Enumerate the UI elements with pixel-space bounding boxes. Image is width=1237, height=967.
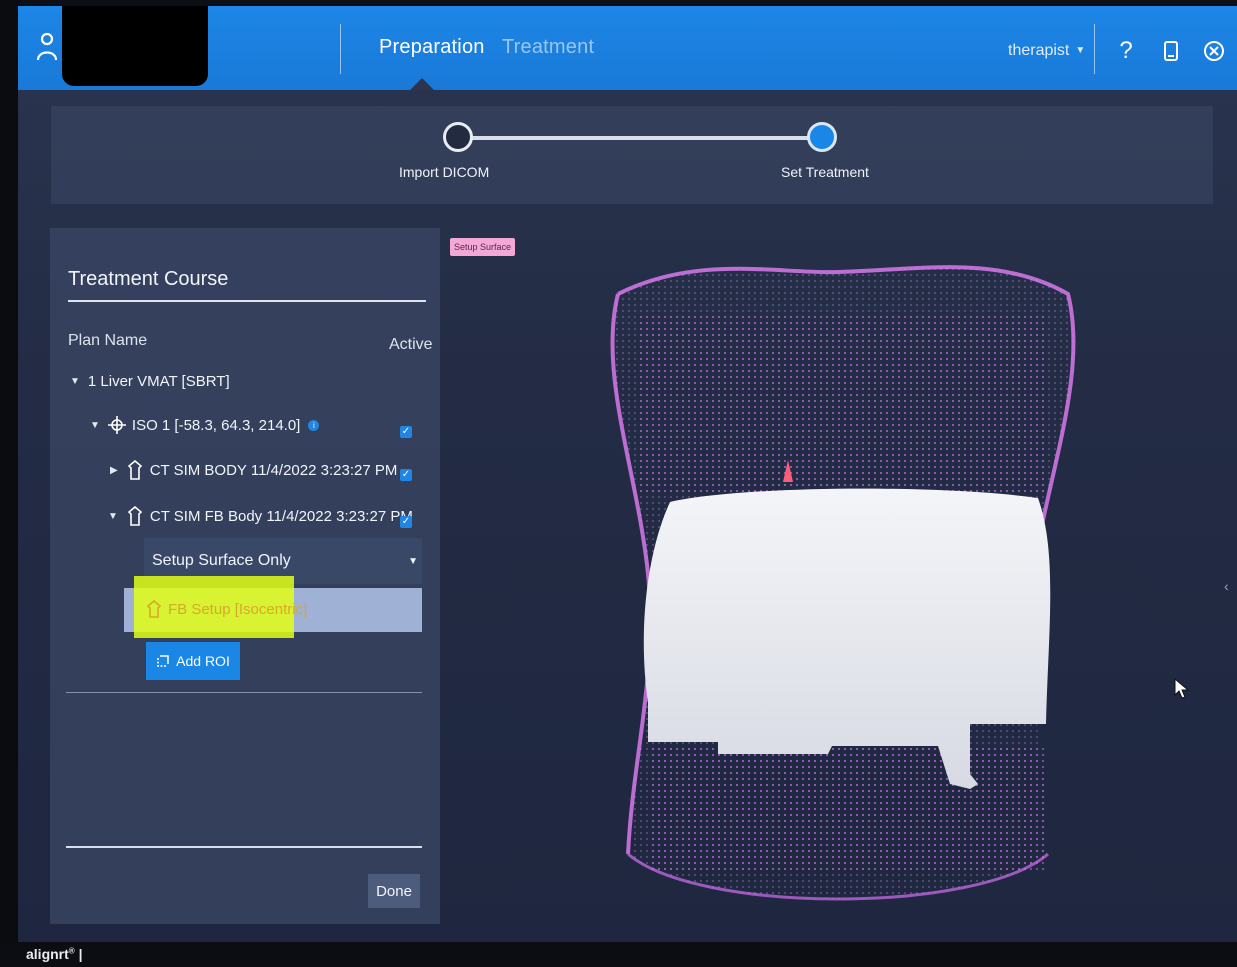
body-icon [127, 506, 143, 526]
app-window: Preparation Treatment therapist ▼ ? Impor… [18, 6, 1237, 942]
expand-down-icon[interactable]: ▼ [108, 511, 118, 522]
column-plan-name: Plan Name [68, 332, 148, 349]
ct-sim-fb-label: CT SIM FB Body 11/4/2022 3:23:27 PM [149, 507, 413, 525]
chevron-left-icon[interactable]: ‹ [1224, 578, 1229, 594]
info-icon[interactable]: i [308, 419, 320, 431]
iso-label: ISO 1 [-58.3, 64.3, 214.0] [131, 416, 301, 434]
user-name: therapist [1008, 42, 1070, 59]
roi-fb-setup-label: FB Setup [Isocentric] [168, 600, 308, 618]
bottom-bar [0, 942, 1237, 967]
setup-surface-legend: Setup Surface [450, 238, 516, 256]
active-tab-indicator [410, 78, 434, 90]
tab-preparation[interactable]: Preparation [379, 36, 485, 59]
surface-mode-value: Setup Surface Only [152, 552, 291, 569]
top-bar: Preparation Treatment therapist ▼ ? [18, 6, 1237, 90]
expand-down-icon[interactable]: ▼ [70, 376, 80, 387]
expand-down-icon[interactable]: ▼ [90, 420, 100, 431]
expand-right-icon[interactable]: ▶ [110, 465, 118, 476]
plan-row[interactable]: ▼ 1 Liver VMAT [SBRT] [70, 373, 230, 390]
chevron-down-icon: ▼ [408, 556, 418, 567]
panel-divider [66, 846, 422, 848]
treatment-course-panel: Treatment Course Plan Name Active ▼ 1 Li… [50, 228, 440, 924]
surface-3d-view[interactable] [578, 254, 1098, 924]
ct-sim-fb-active-checkbox[interactable]: ✓ [400, 516, 412, 528]
user-menu[interactable]: therapist ▼ [1008, 42, 1085, 60]
ct-sim-body-row[interactable]: ▶ CT SIM BODY 11/4/2022 3:23:27 PM [110, 460, 397, 480]
shell-band [648, 744, 1048, 874]
step-import-dicom-label[interactable]: Import DICOM [399, 164, 489, 180]
tablet-icon[interactable] [1158, 38, 1184, 64]
brand-logo: alignrt® | [26, 946, 83, 962]
isocenter-icon [107, 416, 126, 434]
ct-sim-body-active-checkbox[interactable]: ✓ [400, 469, 412, 481]
stepper-line [461, 136, 816, 140]
panel-divider [66, 692, 422, 693]
tab-treatment[interactable]: Treatment [502, 36, 594, 59]
redacted-region [62, 6, 208, 86]
add-roi-label: Add ROI [176, 653, 230, 669]
title-underline [68, 300, 426, 302]
roi-icon [157, 655, 169, 667]
body-icon [127, 460, 142, 480]
body-icon [146, 600, 162, 618]
roi-fb-setup[interactable]: FB Setup [Isocentric] [146, 600, 307, 618]
workflow-stepper: Import DICOM Set Treatment [51, 106, 1213, 204]
monitor-bezel [0, 0, 20, 967]
step-set-treatment-dot[interactable] [807, 122, 837, 152]
step-import-dicom-dot[interactable] [443, 122, 473, 152]
header-divider [1094, 24, 1095, 74]
iso-row[interactable]: ▼ ISO 1 [-58.3, 64.3, 214.0] i [90, 416, 320, 434]
panel-title: Treatment Course [68, 268, 229, 290]
column-active: Active [389, 336, 433, 353]
plan-name: 1 Liver VMAT [SBRT] [87, 373, 230, 390]
shell-band [638, 314, 1048, 494]
brand-name: alignrt [26, 946, 69, 962]
ct-sim-body-label: CT SIM BODY 11/4/2022 3:23:27 PM [149, 461, 398, 479]
mouse-cursor-icon [1174, 678, 1190, 699]
chevron-down-icon: ▼ [1075, 45, 1086, 57]
close-icon[interactable] [1201, 38, 1227, 64]
iso-active-checkbox[interactable]: ✓ [400, 426, 412, 438]
help-icon[interactable]: ? [1113, 38, 1139, 64]
step-set-treatment-label[interactable]: Set Treatment [781, 164, 869, 180]
add-roi-button[interactable]: Add ROI [146, 642, 240, 680]
ct-sim-fb-row[interactable]: ▼ CT SIM FB Body 11/4/2022 3:23:27 PM [108, 506, 413, 526]
done-button[interactable]: Done [368, 874, 420, 908]
header-divider [340, 24, 341, 74]
user-icon[interactable] [36, 32, 58, 62]
